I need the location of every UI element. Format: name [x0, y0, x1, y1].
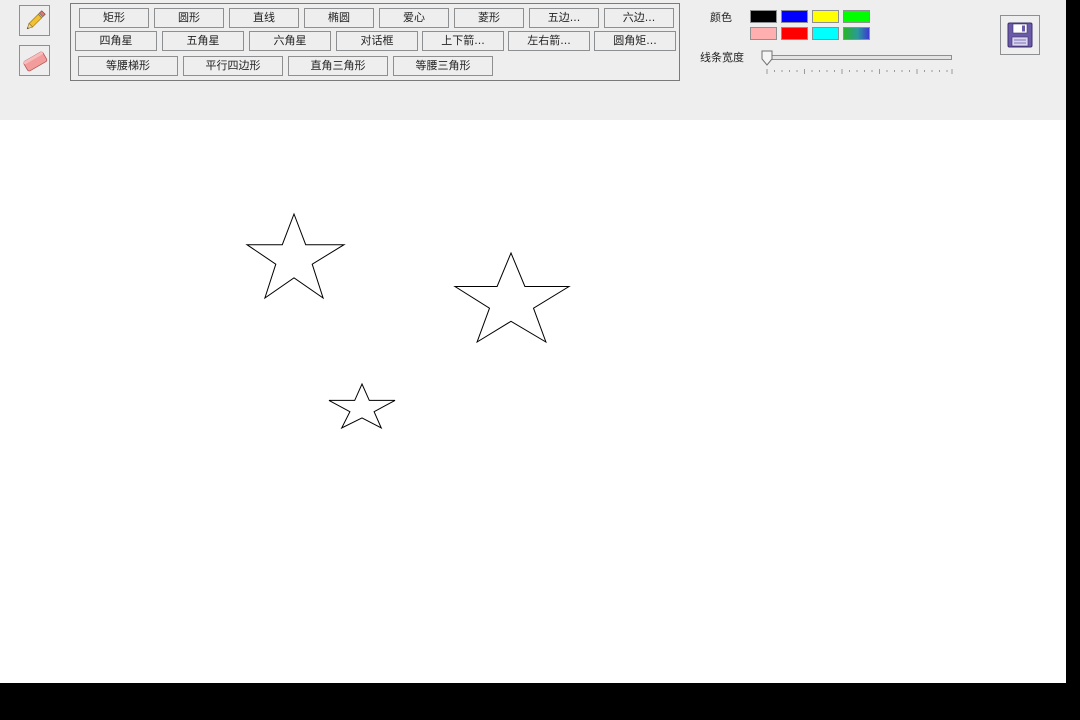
shape-button-rounded-rectangle[interactable]: 圆角矩...: [594, 31, 676, 51]
shape-button-five-point-star[interactable]: 五角星: [162, 31, 244, 51]
line-width-label: 线条宽度: [700, 51, 744, 64]
shape-button-rectangle[interactable]: 矩形: [79, 8, 149, 28]
color-swatch-pink[interactable]: [750, 27, 777, 40]
color-swatch-green[interactable]: [843, 10, 870, 23]
shape-button-hexagon[interactable]: 六边...: [604, 8, 674, 28]
shape-button-left-right-arrow[interactable]: 左右箭...: [508, 31, 590, 51]
shape-button-parallelogram[interactable]: 平行四边形: [183, 56, 283, 76]
shape-button-isosceles-triangle[interactable]: 等腰三角形: [393, 56, 493, 76]
color-swatch-black[interactable]: [750, 10, 777, 23]
color-label: 颜色: [710, 11, 732, 24]
shape-button-pentagon[interactable]: 五边...: [529, 8, 599, 28]
canvas-star-shape[interactable]: [245, 212, 346, 300]
pencil-tool-button[interactable]: [19, 5, 50, 36]
color-swatch-yellow[interactable]: [812, 10, 839, 23]
shape-panel: 矩形 圆形 直线 椭圆 爱心 菱形 五边... 六边... 四角星 五角星 六角…: [70, 3, 680, 81]
slider-track: [766, 55, 952, 60]
slider-ticks: [766, 69, 953, 74]
color-swatch-red[interactable]: [781, 27, 808, 40]
color-swatch-custom-gradient[interactable]: [843, 27, 870, 40]
shape-button-circle[interactable]: 圆形: [154, 8, 224, 28]
shape-button-heart[interactable]: 爱心: [379, 8, 449, 28]
shape-button-diamond[interactable]: 菱形: [454, 8, 524, 28]
paint-app-window: 矩形 圆形 直线 椭圆 爱心 菱形 五边... 六边... 四角星 五角星 六角…: [0, 0, 1066, 683]
color-swatch-cyan[interactable]: [812, 27, 839, 40]
shape-button-line[interactable]: 直线: [229, 8, 299, 28]
shape-button-isosceles-trapezoid[interactable]: 等腰梯形: [78, 56, 178, 76]
floppy-disk-icon: [1007, 22, 1033, 48]
shape-button-six-point-star[interactable]: 六角星: [249, 31, 331, 51]
shape-button-right-triangle[interactable]: 直角三角形: [288, 56, 388, 76]
shape-button-up-down-arrow[interactable]: 上下箭...: [422, 31, 504, 51]
canvas-star-shape[interactable]: [328, 382, 396, 430]
canvas-star-shape[interactable]: [453, 251, 571, 344]
shape-button-ellipse[interactable]: 椭圆: [304, 8, 374, 28]
pencil-icon: [26, 9, 46, 29]
slider-thumb[interactable]: [761, 50, 773, 66]
color-swatch-blue[interactable]: [781, 10, 808, 23]
shape-button-four-point-star[interactable]: 四角星: [75, 31, 157, 51]
eraser-icon: [22, 51, 47, 71]
save-button[interactable]: [1000, 15, 1040, 55]
toolbar: 矩形 圆形 直线 椭圆 爱心 菱形 五边... 六边... 四角星 五角星 六角…: [0, 0, 1066, 120]
drawing-canvas[interactable]: [0, 120, 1066, 683]
eraser-tool-button[interactable]: [19, 45, 50, 76]
line-width-slider[interactable]: [761, 50, 954, 76]
shape-button-speech-bubble[interactable]: 对话框: [336, 31, 418, 51]
